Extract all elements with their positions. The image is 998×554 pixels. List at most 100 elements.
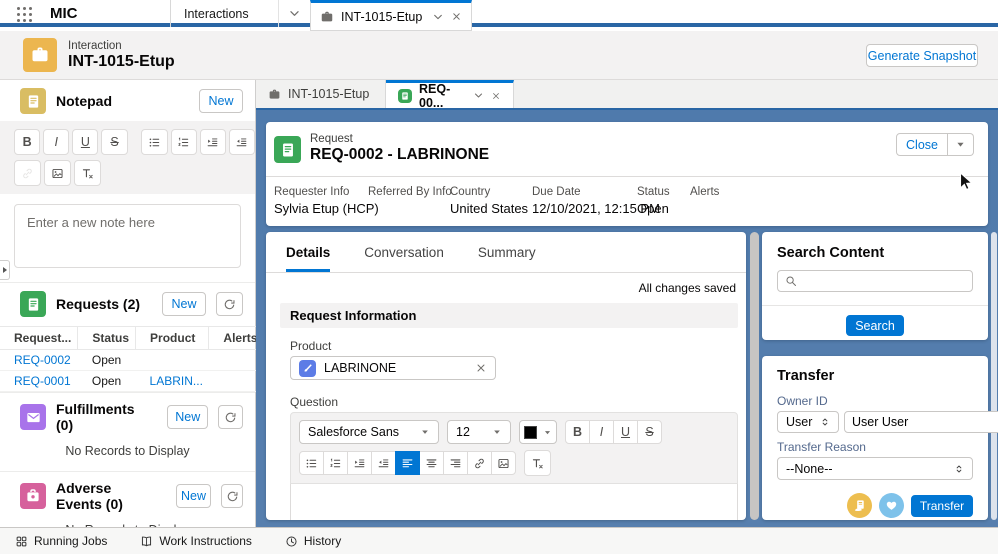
workspace: Request REQ-0002 - LABRINONE Close Reque… (256, 110, 998, 527)
underline-button[interactable]: U (72, 129, 98, 155)
details-scrollbar[interactable] (750, 232, 759, 520)
adverse-events-new-button[interactable]: New (176, 484, 211, 508)
utility-history-label: History (304, 534, 341, 548)
align-center-button[interactable] (419, 451, 444, 475)
notepad-section: Notepad New B I U S (0, 80, 255, 268)
column-header-request[interactable]: Request... (0, 327, 78, 350)
clear-formatting-button[interactable] (524, 450, 551, 476)
transfer-reason-value: --None-- (786, 462, 833, 476)
product-value: LABRINONE (324, 361, 467, 375)
text-color-picker[interactable] (519, 420, 557, 444)
column-header-status[interactable]: Status (78, 327, 136, 350)
underline-button[interactable]: U (613, 420, 638, 444)
align-left-button[interactable] (395, 451, 420, 475)
adverse-events-refresh-button[interactable] (221, 484, 243, 508)
workspace-tab-int-1015-etup[interactable]: INT-1015-Etup (310, 0, 472, 31)
outdent-button[interactable] (371, 451, 396, 475)
owner-type-select[interactable]: User (777, 411, 839, 433)
table-row: REQ-0002 Open (0, 350, 263, 371)
request-record-type: Request (310, 133, 489, 145)
question-editor-area[interactable] (290, 484, 738, 520)
tab-conversation[interactable]: Conversation (364, 245, 444, 272)
clear-formatting-button[interactable] (74, 160, 101, 186)
question-label: Question (290, 395, 746, 409)
utility-running-jobs[interactable]: Running Jobs (9, 528, 113, 554)
tab-summary[interactable]: Summary (478, 245, 536, 272)
indent-button[interactable] (347, 451, 372, 475)
fulfillments-new-button[interactable]: New (167, 405, 208, 429)
request-icon (274, 136, 301, 163)
indent-button[interactable] (200, 129, 226, 155)
chevron-down-icon[interactable] (432, 11, 444, 23)
requests-title: Requests (2) (56, 296, 140, 312)
remove-product-icon[interactable] (475, 362, 487, 374)
italic-button[interactable]: I (589, 420, 614, 444)
bullet-list-button[interactable] (299, 451, 324, 475)
subtab-request[interactable]: REQ-00... (386, 80, 514, 108)
insert-link-button[interactable] (14, 160, 41, 186)
heart-icon[interactable] (879, 493, 904, 518)
record-type-label: Interaction (68, 40, 175, 52)
nav-tab-interactions-dropdown[interactable] (278, 0, 310, 27)
subtab-interaction-label: INT-1015-Etup (288, 87, 369, 101)
numbered-list-button[interactable] (171, 129, 197, 155)
panel-scrollbar[interactable] (991, 232, 997, 520)
search-icon (785, 275, 797, 287)
transfer-title: Transfer (777, 368, 988, 384)
transfer-button[interactable]: Transfer (911, 495, 973, 517)
bold-button[interactable]: B (565, 420, 590, 444)
adverse-events-icon (20, 483, 46, 509)
transfer-reason-select[interactable]: --None-- (777, 457, 973, 480)
request-link[interactable]: REQ-0002 (14, 353, 71, 367)
section-header-request-information: Request Information (280, 303, 738, 328)
transfer-ownership-icon[interactable] (847, 493, 872, 518)
tab-details[interactable]: Details (286, 245, 330, 272)
app-launcher-icon[interactable] (17, 7, 33, 23)
interaction-title: INT-1015-Etup (68, 53, 175, 71)
fulfillments-refresh-button[interactable] (218, 405, 243, 429)
close-icon[interactable] (491, 91, 501, 101)
close-dropdown-button[interactable] (948, 133, 974, 156)
request-link[interactable]: REQ-0001 (14, 374, 71, 388)
field-requester-info: Requester Info Sylvia Etup (HCP) (274, 186, 379, 216)
note-input[interactable]: Enter a new note here (14, 204, 241, 268)
utility-history[interactable]: History (279, 528, 347, 554)
requests-new-button[interactable]: New (162, 292, 206, 316)
strikethrough-button[interactable]: S (637, 420, 662, 444)
field-status: Status Open (637, 186, 670, 216)
owner-lookup-input[interactable] (852, 415, 998, 429)
strikethrough-button[interactable]: S (101, 129, 127, 155)
field-country: Country United States (450, 186, 528, 216)
column-header-product[interactable]: Product (136, 327, 209, 350)
italic-button[interactable]: I (43, 129, 69, 155)
save-status: All changes saved (266, 273, 746, 300)
search-button[interactable]: Search (846, 315, 904, 336)
search-field (777, 270, 973, 292)
font-size-select[interactable]: 12 (447, 420, 511, 444)
notepad-new-button[interactable]: New (199, 89, 243, 113)
search-input[interactable] (802, 274, 965, 288)
close-icon[interactable] (451, 11, 462, 22)
color-swatch (524, 426, 537, 439)
bold-button[interactable]: B (14, 129, 40, 155)
font-select[interactable]: Salesforce Sans (299, 420, 439, 444)
close-button[interactable]: Close (896, 133, 948, 156)
nav-tab-interactions[interactable]: Interactions (170, 0, 278, 27)
workspace-tab-label: INT-1015-Etup (341, 10, 425, 24)
chevron-down-icon[interactable] (473, 90, 484, 101)
insert-image-button[interactable] (44, 160, 71, 186)
font-size-value: 12 (456, 425, 470, 439)
insert-image-button[interactable] (491, 451, 516, 475)
numbered-list-button[interactable] (323, 451, 348, 475)
outdent-button[interactable] (229, 129, 255, 155)
generate-snapshot-button[interactable]: Generate Snapshot (866, 44, 978, 67)
product-link[interactable]: LABRIN... (150, 374, 203, 388)
owner-type-value: User (786, 415, 812, 429)
insert-link-button[interactable] (467, 451, 492, 475)
requests-refresh-button[interactable] (216, 292, 243, 316)
sidebar-collapse-handle[interactable] (0, 260, 10, 280)
subtab-interaction[interactable]: INT-1015-Etup (256, 80, 386, 108)
utility-work-instructions[interactable]: Work Instructions (134, 528, 257, 554)
align-right-button[interactable] (443, 451, 468, 475)
bullet-list-button[interactable] (141, 129, 167, 155)
